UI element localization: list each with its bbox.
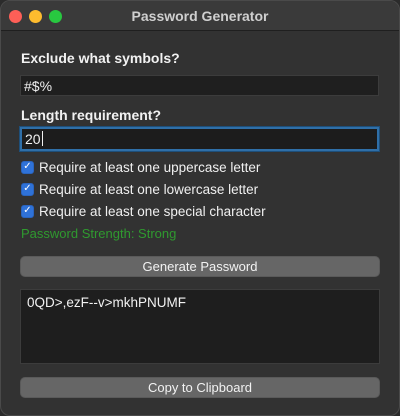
special-character-option[interactable]: ✓ Require at least one special character [21,203,266,219]
copy-to-clipboard-button[interactable]: Copy to Clipboard [20,377,380,398]
text-caret [41,131,43,146]
length-requirement-label: Length requirement? [21,107,162,123]
special-character-checkbox[interactable]: ✓ [21,204,34,218]
uppercase-checkbox[interactable]: ✓ [21,160,34,174]
generate-password-button[interactable]: Generate Password [20,256,380,277]
special-character-checkbox-label[interactable]: Require at least one special character [39,204,266,219]
password-strength-status: Password Strength: Strong [21,226,177,241]
lowercase-option[interactable]: ✓ Require at least one lowercase letter [21,181,258,197]
uppercase-option[interactable]: ✓ Require at least one uppercase letter [21,159,260,175]
app-window: Password Generator Exclude what symbols?… [0,0,400,416]
lowercase-checkbox-label[interactable]: Require at least one lowercase letter [39,182,258,197]
title-bar[interactable]: Password Generator [1,1,399,31]
window-title: Password Generator [131,8,269,24]
length-requirement-input[interactable]: 20 [20,127,379,151]
uppercase-checkbox-label[interactable]: Require at least one uppercase letter [39,160,260,175]
exclude-symbols-label: Exclude what symbols? [21,50,180,66]
length-value: 20 [25,131,41,147]
generated-password-output[interactable]: 0QD>,ezF--v>mkhPNUMF [20,289,380,364]
exclude-symbols-input[interactable]: #$% [20,75,379,96]
lowercase-checkbox[interactable]: ✓ [21,182,34,196]
